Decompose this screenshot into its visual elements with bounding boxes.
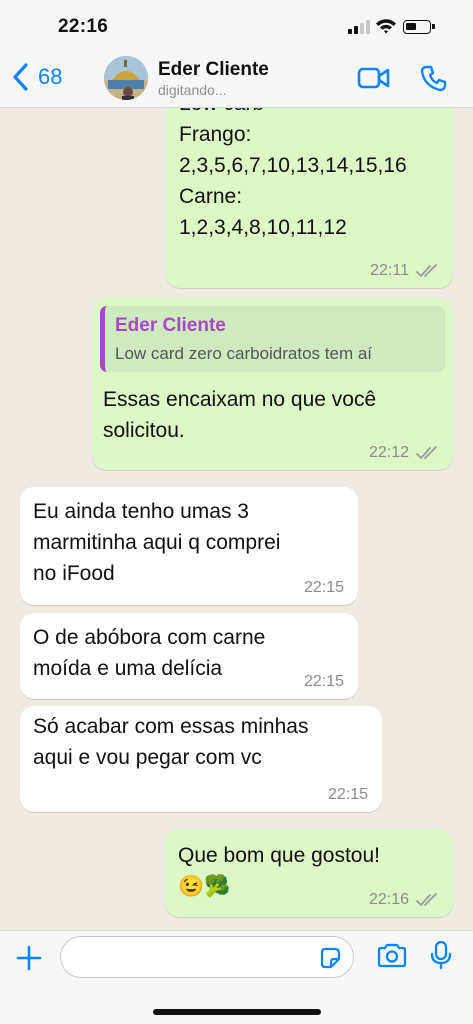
- message-bubble-incoming[interactable]: O de abóbora com carne moída e uma delíc…: [20, 613, 358, 699]
- home-indicator: [153, 1009, 321, 1015]
- typing-status: digitando...: [158, 82, 227, 98]
- message-meta: 22:11: [370, 262, 439, 280]
- message-time: 22:12: [368, 444, 409, 461]
- quoted-text: Low card zero carboidratos tem aí: [115, 344, 373, 363]
- message-list[interactable]: Low carb Frango: 2,3,5,6,7,10,13,14,15,1…: [0, 108, 473, 930]
- message-time: 22:15: [303, 579, 344, 596]
- message-text: O de abóbora com carne moída e uma delíc…: [33, 626, 266, 680]
- message-input[interactable]: [60, 936, 354, 978]
- sticker-icon: [320, 947, 341, 969]
- message-text: Eu ainda tenho umas 3 marmitinha aqui q …: [33, 500, 281, 585]
- microphone-icon: [430, 940, 452, 970]
- message-time: 22:15: [303, 673, 344, 690]
- camera-icon: [377, 943, 407, 968]
- read-ticks-icon: [416, 893, 437, 907]
- plus-icon: [16, 945, 42, 971]
- contact-name[interactable]: Eder Cliente: [158, 59, 269, 81]
- read-ticks-icon: [416, 446, 437, 460]
- camera-button[interactable]: [376, 943, 408, 974]
- avatar[interactable]: [104, 56, 148, 100]
- message-text: Só acabar com essas minhas aqui e vou pe…: [33, 715, 309, 769]
- message-bubble-outgoing[interactable]: Low carb Frango: 2,3,5,6,7,10,13,14,15,1…: [166, 108, 453, 288]
- message-bubble-incoming[interactable]: Só acabar com essas minhas aqui e vou pe…: [20, 706, 382, 812]
- voice-message-button[interactable]: [430, 940, 452, 975]
- video-call-button[interactable]: [357, 66, 391, 90]
- unread-count: 68: [38, 64, 63, 89]
- composer-bar: [0, 930, 473, 1024]
- attach-button[interactable]: [14, 943, 44, 978]
- cellular-signal-icon: [348, 20, 370, 34]
- message-text: Que bom que gostou! 😉🥦: [178, 844, 380, 898]
- phone-icon: [420, 65, 447, 92]
- back-button[interactable]: 68: [10, 62, 62, 92]
- sticker-button[interactable]: [319, 947, 341, 974]
- status-bar: 22:16: [0, 0, 473, 50]
- message-time: 22:11: [370, 262, 409, 279]
- message-meta: 22:15: [328, 786, 368, 804]
- message-bubble-outgoing[interactable]: Que bom que gostou! 😉🥦 22:16: [165, 829, 453, 917]
- message-bubble-incoming[interactable]: Eu ainda tenho umas 3 marmitinha aqui q …: [20, 487, 358, 605]
- message-text: Essas encaixam no que você solicitou.: [103, 388, 377, 442]
- back-chevron-icon: [13, 63, 28, 91]
- voice-call-button[interactable]: [420, 64, 448, 92]
- message-meta: 22:12: [369, 444, 439, 462]
- message-meta: 22:15: [304, 579, 344, 597]
- chat-header: 68 Eder Cliente digitando...: [0, 50, 473, 108]
- read-ticks-icon: [416, 264, 437, 278]
- status-time: 22:16: [58, 16, 109, 37]
- message-bubble-outgoing[interactable]: Eder Cliente Low card zero carboidratos …: [92, 298, 453, 470]
- message-time: 22:15: [327, 786, 368, 803]
- message-text: Low carb Frango: 2,3,5,6,7,10,13,14,15,1…: [179, 108, 407, 239]
- message-meta: 22:16: [369, 891, 439, 909]
- video-call-icon: [357, 67, 390, 89]
- message-meta: 22:15: [304, 673, 344, 691]
- message-time: 22:16: [368, 891, 409, 908]
- wifi-icon: [376, 19, 396, 34]
- battery-icon: [403, 20, 435, 34]
- quoted-message[interactable]: Eder Cliente Low card zero carboidratos …: [100, 306, 445, 372]
- quoted-author: Eder Cliente: [115, 315, 226, 336]
